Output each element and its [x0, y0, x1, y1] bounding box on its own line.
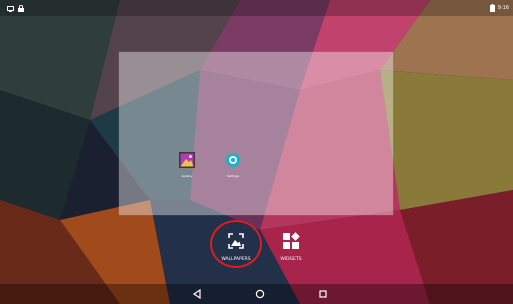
notification-icon	[7, 5, 14, 12]
gallery-icon	[179, 152, 195, 168]
status-bar: 9:16	[0, 0, 513, 16]
back-button[interactable]	[192, 289, 204, 301]
lock-icon	[18, 5, 24, 12]
highlight-circle	[210, 220, 262, 268]
home-button[interactable]	[255, 289, 267, 301]
widgets-button[interactable]: WIDGETS	[261, 232, 321, 262]
app-gallery[interactable]: Gallery	[176, 152, 198, 178]
status-right-icons: 9:16	[489, 4, 509, 12]
back-icon	[192, 289, 201, 299]
app-settings-label: Settings	[226, 174, 240, 178]
workspace-preview[interactable]: Gallery Settings	[119, 52, 393, 215]
app-settings[interactable]: Settings	[222, 152, 244, 178]
navigation-bar	[0, 284, 513, 304]
settings-icon	[226, 153, 240, 167]
widgets-icon	[283, 232, 300, 249]
status-time: 9:16	[497, 5, 509, 11]
status-left-icons	[7, 5, 24, 12]
recents-icon	[319, 290, 327, 298]
home-icon	[255, 289, 265, 299]
app-gallery-label: Gallery	[181, 174, 193, 178]
recents-button[interactable]	[318, 289, 330, 301]
widgets-label: WIDGETS	[280, 257, 302, 262]
battery-icon	[489, 4, 495, 12]
